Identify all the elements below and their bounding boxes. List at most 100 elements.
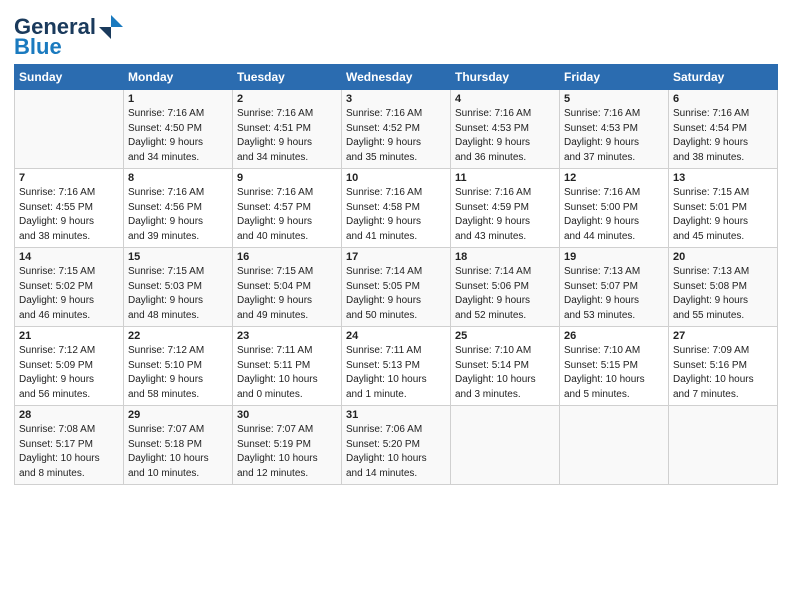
- day-number: 13: [673, 172, 773, 184]
- calendar-cell: 16Sunrise: 7:15 AM Sunset: 5:04 PM Dayli…: [233, 248, 342, 327]
- day-number: 8: [128, 172, 228, 184]
- day-number: 25: [455, 330, 555, 342]
- logo: General Blue: [14, 14, 124, 58]
- day-number: 29: [128, 409, 228, 421]
- day-info: Sunrise: 7:10 AM Sunset: 5:15 PM Dayligh…: [564, 344, 664, 402]
- header-row: SundayMondayTuesdayWednesdayThursdayFrid…: [15, 65, 778, 90]
- week-row-4: 21 Sunrise: 7:12 AM Sunset: 5:09 PM Dayli…: [15, 327, 778, 406]
- calendar-cell: 9 Sunrise: 7:16 AM Sunset: 4:57 PM Daylig…: [233, 169, 342, 248]
- day-info: Sunrise: 7:06 AM Sunset: 5:20 PM Dayligh…: [346, 423, 446, 481]
- day-number: 28: [19, 409, 119, 421]
- calendar-cell: [451, 406, 560, 485]
- calendar-cell: 11 Sunrise: 7:16 AM Sunset: 4:59 PM Dayli…: [451, 169, 560, 248]
- col-header-saturday: Saturday: [669, 65, 778, 90]
- day-number: 18: [455, 251, 555, 263]
- week-row-3: 14 Sunrise: 7:15 AM Sunset: 5:02 PM Dayli…: [15, 248, 778, 327]
- calendar-cell: 29 Sunrise: 7:07 AM Sunset: 5:18 PM Dayli…: [124, 406, 233, 485]
- calendar-cell: 25 Sunrise: 7:10 AM Sunset: 5:14 PM Dayli…: [451, 327, 560, 406]
- day-number: 11: [455, 172, 555, 184]
- calendar-cell: 31 Sunrise: 7:06 AM Sunset: 5:20 PM Dayli…: [342, 406, 451, 485]
- calendar-cell: 3Sunrise: 7:16 AM Sunset: 4:52 PM Daylig…: [342, 90, 451, 169]
- day-number: 27: [673, 330, 773, 342]
- day-info: Sunrise: 7:12 AM Sunset: 5:10 PM Dayligh…: [128, 344, 228, 402]
- calendar-cell: 4Sunrise: 7:16 AM Sunset: 4:53 PM Daylig…: [451, 90, 560, 169]
- day-number: 1: [128, 93, 228, 105]
- col-header-friday: Friday: [560, 65, 669, 90]
- day-number: 26: [564, 330, 664, 342]
- day-info: Sunrise: 7:14 AM Sunset: 5:06 PM Dayligh…: [455, 265, 555, 323]
- calendar-cell: 17Sunrise: 7:14 AM Sunset: 5:05 PM Dayli…: [342, 248, 451, 327]
- day-number: 12: [564, 172, 664, 184]
- calendar-cell: 1 Sunrise: 7:16 AM Sunset: 4:50 PM Daylig…: [124, 90, 233, 169]
- day-info: Sunrise: 7:07 AM Sunset: 5:19 PM Dayligh…: [237, 423, 337, 481]
- main-container: General Blue SundayMondayTuesdayWednesda…: [0, 0, 792, 495]
- day-number: 21: [19, 330, 119, 342]
- day-number: 23: [237, 330, 337, 342]
- day-info: Sunrise: 7:11 AM Sunset: 5:13 PM Dayligh…: [346, 344, 446, 402]
- calendar-cell: 27 Sunrise: 7:09 AM Sunset: 5:16 PM Dayli…: [669, 327, 778, 406]
- calendar-cell: 28 Sunrise: 7:08 AM Sunset: 5:17 PM Dayli…: [15, 406, 124, 485]
- day-number: 22: [128, 330, 228, 342]
- calendar-cell: 7 Sunrise: 7:16 AM Sunset: 4:55 PM Daylig…: [15, 169, 124, 248]
- calendar-cell: 26 Sunrise: 7:10 AM Sunset: 5:15 PM Dayli…: [560, 327, 669, 406]
- day-info: Sunrise: 7:15 AM Sunset: 5:03 PM Dayligh…: [128, 265, 228, 323]
- calendar-cell: 8 Sunrise: 7:16 AM Sunset: 4:56 PM Daylig…: [124, 169, 233, 248]
- day-info: Sunrise: 7:16 AM Sunset: 4:56 PM Dayligh…: [128, 186, 228, 244]
- day-info: Sunrise: 7:10 AM Sunset: 5:14 PM Dayligh…: [455, 344, 555, 402]
- day-info: Sunrise: 7:16 AM Sunset: 4:50 PM Dayligh…: [128, 107, 228, 165]
- calendar-cell: 22 Sunrise: 7:12 AM Sunset: 5:10 PM Dayli…: [124, 327, 233, 406]
- day-number: 3: [346, 93, 446, 105]
- day-info: Sunrise: 7:15 AM Sunset: 5:02 PM Dayligh…: [19, 265, 119, 323]
- day-info: Sunrise: 7:16 AM Sunset: 4:54 PM Dayligh…: [673, 107, 773, 165]
- day-number: 7: [19, 172, 119, 184]
- calendar-cell: 12Sunrise: 7:16 AM Sunset: 5:00 PM Dayli…: [560, 169, 669, 248]
- day-number: 19: [564, 251, 664, 263]
- col-header-thursday: Thursday: [451, 65, 560, 90]
- day-info: Sunrise: 7:12 AM Sunset: 5:09 PM Dayligh…: [19, 344, 119, 402]
- col-header-tuesday: Tuesday: [233, 65, 342, 90]
- day-info: Sunrise: 7:16 AM Sunset: 4:51 PM Dayligh…: [237, 107, 337, 165]
- week-row-2: 7 Sunrise: 7:16 AM Sunset: 4:55 PM Daylig…: [15, 169, 778, 248]
- header: General Blue: [14, 10, 778, 58]
- day-info: Sunrise: 7:16 AM Sunset: 4:59 PM Dayligh…: [455, 186, 555, 244]
- calendar-cell: 15 Sunrise: 7:15 AM Sunset: 5:03 PM Dayli…: [124, 248, 233, 327]
- day-number: 20: [673, 251, 773, 263]
- logo-blue-text: Blue: [14, 36, 62, 58]
- day-info: Sunrise: 7:13 AM Sunset: 5:08 PM Dayligh…: [673, 265, 773, 323]
- day-info: Sunrise: 7:08 AM Sunset: 5:17 PM Dayligh…: [19, 423, 119, 481]
- week-row-1: 1 Sunrise: 7:16 AM Sunset: 4:50 PM Daylig…: [15, 90, 778, 169]
- day-number: 2: [237, 93, 337, 105]
- day-info: Sunrise: 7:16 AM Sunset: 4:57 PM Dayligh…: [237, 186, 337, 244]
- week-row-5: 28 Sunrise: 7:08 AM Sunset: 5:17 PM Dayli…: [15, 406, 778, 485]
- day-info: Sunrise: 7:14 AM Sunset: 5:05 PM Dayligh…: [346, 265, 446, 323]
- day-info: Sunrise: 7:11 AM Sunset: 5:11 PM Dayligh…: [237, 344, 337, 402]
- day-info: Sunrise: 7:16 AM Sunset: 4:53 PM Dayligh…: [564, 107, 664, 165]
- calendar-cell: 21 Sunrise: 7:12 AM Sunset: 5:09 PM Dayli…: [15, 327, 124, 406]
- calendar-cell: [560, 406, 669, 485]
- calendar-cell: [669, 406, 778, 485]
- calendar-cell: 5Sunrise: 7:16 AM Sunset: 4:53 PM Daylig…: [560, 90, 669, 169]
- calendar-cell: 20 Sunrise: 7:13 AM Sunset: 5:08 PM Dayli…: [669, 248, 778, 327]
- day-number: 31: [346, 409, 446, 421]
- day-info: Sunrise: 7:16 AM Sunset: 4:58 PM Dayligh…: [346, 186, 446, 244]
- day-number: 4: [455, 93, 555, 105]
- day-info: Sunrise: 7:15 AM Sunset: 5:01 PM Dayligh…: [673, 186, 773, 244]
- day-info: Sunrise: 7:13 AM Sunset: 5:07 PM Dayligh…: [564, 265, 664, 323]
- day-number: 24: [346, 330, 446, 342]
- day-info: Sunrise: 7:07 AM Sunset: 5:18 PM Dayligh…: [128, 423, 228, 481]
- calendar-table: SundayMondayTuesdayWednesdayThursdayFrid…: [14, 64, 778, 485]
- logo-icon: [98, 14, 124, 40]
- col-header-monday: Monday: [124, 65, 233, 90]
- day-number: 9: [237, 172, 337, 184]
- day-number: 14: [19, 251, 119, 263]
- calendar-cell: [15, 90, 124, 169]
- day-info: Sunrise: 7:09 AM Sunset: 5:16 PM Dayligh…: [673, 344, 773, 402]
- day-info: Sunrise: 7:16 AM Sunset: 4:55 PM Dayligh…: [19, 186, 119, 244]
- col-header-wednesday: Wednesday: [342, 65, 451, 90]
- calendar-cell: 14 Sunrise: 7:15 AM Sunset: 5:02 PM Dayli…: [15, 248, 124, 327]
- day-number: 10: [346, 172, 446, 184]
- day-number: 15: [128, 251, 228, 263]
- calendar-cell: 18 Sunrise: 7:14 AM Sunset: 5:06 PM Dayli…: [451, 248, 560, 327]
- day-number: 30: [237, 409, 337, 421]
- day-number: 16: [237, 251, 337, 263]
